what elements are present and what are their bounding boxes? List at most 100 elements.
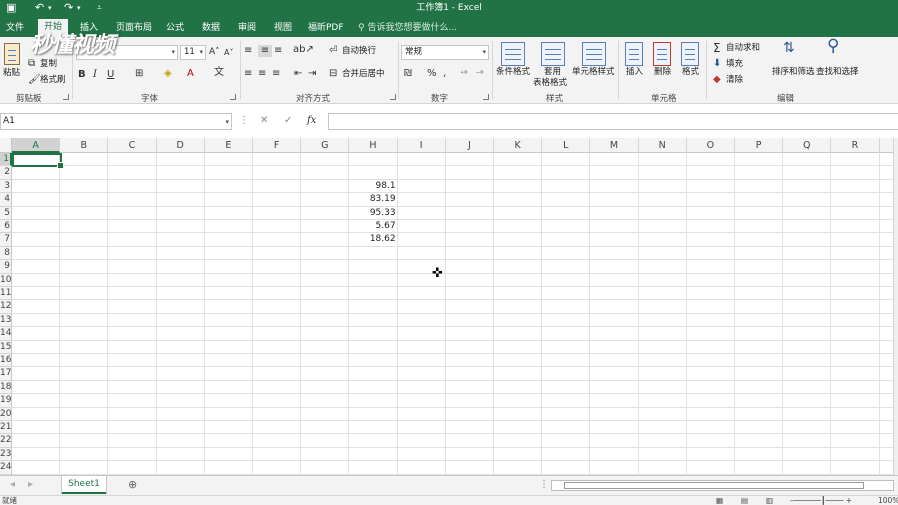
sheet-tab[interactable]: Sheet1 [62, 476, 106, 494]
cell-h4[interactable]: 83.19 [349, 193, 396, 206]
conditional-format-icon[interactable] [501, 42, 525, 66]
row-header-17[interactable]: 17 [0, 367, 12, 381]
tab-formulas[interactable]: 公式 [160, 21, 190, 37]
align-middle-icon[interactable]: ≡ [258, 45, 272, 57]
tab-review[interactable]: 审阅 [232, 21, 262, 37]
number-launcher-icon[interactable] [483, 94, 489, 100]
merge-center-button[interactable]: 合并后居中 [342, 69, 385, 80]
horizontal-scrollbar[interactable] [551, 480, 894, 491]
tab-data[interactable]: 数据 [196, 21, 226, 37]
percent-button[interactable]: % [427, 68, 437, 80]
vertical-scrollbar[interactable] [893, 138, 898, 475]
scroll-thumb[interactable] [564, 482, 864, 489]
column-header-l[interactable]: L [542, 138, 591, 153]
number-format-select[interactable]: 常规 ▾ [401, 45, 489, 60]
decrease-indent-icon[interactable]: ⇤ [294, 68, 302, 80]
row-header-7[interactable]: 7 [0, 233, 12, 247]
column-header-k[interactable]: K [494, 138, 543, 153]
sort-filter-button[interactable]: 排序和筛选 [772, 67, 815, 78]
align-top-icon[interactable]: ≡ [244, 45, 252, 57]
column-header-a[interactable]: A [12, 138, 61, 153]
autosum-icon[interactable]: Σ [713, 42, 721, 54]
column-header-i[interactable]: I [398, 138, 446, 153]
row-header-10[interactable]: 10 [0, 273, 12, 287]
column-header-d[interactable]: D [157, 138, 205, 153]
column-header-h[interactable]: H [349, 138, 398, 153]
wrap-text-icon[interactable]: ⏎ [329, 45, 337, 57]
row-header-12[interactable]: 12 [0, 300, 12, 314]
copy-icon[interactable]: ⧉ [28, 58, 35, 70]
column-header-p[interactable]: P [735, 138, 784, 153]
zoom-slider[interactable]: –──────┃──── + [790, 496, 852, 505]
row-header-21[interactable]: 21 [0, 421, 12, 435]
next-sheet-icon[interactable]: ▸ [28, 479, 33, 491]
row-header-20[interactable]: 20 [0, 407, 12, 421]
row-header-23[interactable]: 23 [0, 447, 12, 462]
column-header-f[interactable]: F [253, 138, 302, 153]
tab-file[interactable]: 文件 [0, 21, 30, 37]
column-header-b[interactable]: B [60, 138, 109, 153]
fill-color-icon[interactable]: ◈ [164, 68, 172, 80]
row-header-2[interactable]: 2 [0, 166, 12, 180]
prev-sheet-icon[interactable]: ◂ [10, 479, 15, 491]
paste-icon[interactable] [4, 43, 20, 65]
increase-decimal-icon[interactable]: ⁺⁰ [460, 68, 467, 80]
column-header-r[interactable]: R [831, 138, 880, 153]
underline-button[interactable]: U [107, 69, 114, 81]
row-header-9[interactable]: 9 [0, 260, 12, 274]
insert-cells-icon[interactable] [625, 42, 643, 66]
format-cells-icon[interactable] [681, 42, 699, 66]
clipboard-launcher-icon[interactable] [63, 94, 69, 100]
conditional-format-button[interactable]: 条件格式 [496, 67, 530, 78]
format-table-icon[interactable] [541, 42, 565, 66]
row-header-5[interactable]: 5 [0, 206, 12, 220]
page-layout-view-icon[interactable]: ▤ [741, 496, 748, 505]
format-painter-button[interactable]: 格式刷 [40, 75, 66, 86]
column-header-j[interactable]: J [446, 138, 494, 153]
cell-styles-button[interactable]: 单元格样式 [572, 67, 615, 78]
paste-button[interactable]: 粘贴 [3, 68, 20, 79]
find-icon[interactable]: ⚲ [827, 38, 839, 55]
insert-cells-button[interactable]: 插入 [626, 67, 643, 78]
copy-button[interactable]: 复制 [40, 59, 57, 70]
zoom-level[interactable]: 100% [878, 496, 898, 505]
cell-h5[interactable]: 95.33 [349, 207, 396, 220]
column-header-g[interactable]: G [301, 138, 350, 153]
align-left-icon[interactable]: ≡ [244, 68, 252, 80]
clear-button[interactable]: 清除 [726, 75, 743, 86]
align-right-icon[interactable]: ≡ [272, 68, 280, 80]
row-header-22[interactable]: 22 [0, 434, 12, 448]
format-painter-icon[interactable]: 🖌 [28, 74, 41, 86]
font-color-icon[interactable]: A [187, 68, 194, 80]
row-header-13[interactable]: 13 [0, 313, 12, 328]
tab-view[interactable]: 视图 [268, 21, 298, 37]
format-cells-button[interactable]: 格式 [682, 67, 699, 78]
formula-input[interactable] [328, 113, 898, 130]
decrease-decimal-icon[interactable]: ⁻⁰ [476, 68, 483, 80]
increase-indent-icon[interactable]: ⇥ [308, 68, 316, 80]
format-table-label-1[interactable]: 套用 [544, 67, 561, 78]
cell-h7[interactable]: 18.62 [349, 233, 396, 246]
worksheet-grid[interactable]: ABCDEFGHIJKLMNOPQR 1 2 3 4 5 6 7 8 9 10 11 12 13 14 15… [0, 138, 893, 475]
insert-function-button[interactable]: fx [307, 114, 316, 128]
tab-split-icon[interactable]: ⋮ [539, 479, 549, 491]
row-header-15[interactable]: 15 [0, 340, 12, 354]
cell-styles-icon[interactable] [582, 42, 606, 66]
wrap-text-button[interactable]: 自动换行 [342, 46, 376, 57]
row-header-4[interactable]: 4 [0, 193, 12, 207]
delete-cells-icon[interactable] [653, 42, 671, 66]
font-size-select[interactable]: 11 ▾ [180, 45, 206, 60]
active-cell[interactable] [12, 153, 64, 169]
add-sheet-icon[interactable]: ⊕ [128, 479, 137, 491]
row-header-14[interactable]: 14 [0, 327, 12, 341]
cancel-icon[interactable]: ✕ [260, 114, 268, 128]
row-header-3[interactable]: 3 [0, 179, 12, 194]
normal-view-icon[interactable]: ▦ [716, 496, 723, 505]
autosum-button[interactable]: 自动求和 [726, 43, 760, 54]
row-header-16[interactable]: 16 [0, 354, 12, 368]
select-all-corner[interactable] [0, 138, 12, 153]
currency-icon[interactable]: ₪ [404, 68, 412, 80]
column-header-e[interactable]: E [205, 138, 253, 153]
tab-foxit-pdf[interactable]: 福昕PDF [302, 21, 350, 37]
clear-icon[interactable]: ◆ [713, 74, 721, 86]
